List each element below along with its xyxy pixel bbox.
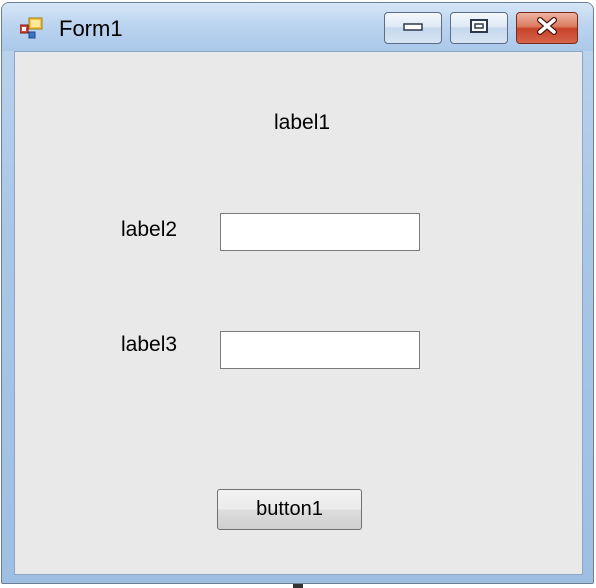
app-icon[interactable] — [19, 16, 44, 40]
textbox2[interactable] — [220, 331, 420, 369]
form1-window: Form1 label1 label2 label3 button1 — [1, 2, 594, 584]
window-title: Form1 — [59, 16, 123, 41]
maximize-button[interactable] — [450, 12, 508, 44]
textbox1[interactable] — [220, 213, 420, 251]
title-bar[interactable]: Form1 — [2, 3, 593, 51]
close-icon — [534, 16, 560, 40]
label2: label2 — [121, 218, 178, 241]
restore-icon — [469, 18, 489, 39]
button1[interactable]: button1 — [217, 489, 362, 530]
resize-grip[interactable] — [293, 584, 303, 588]
minimize-button[interactable] — [384, 12, 442, 44]
label1: label1 — [274, 111, 331, 134]
minimize-icon — [402, 19, 424, 37]
label3: label3 — [121, 333, 178, 356]
close-button[interactable] — [516, 12, 578, 44]
form-client-area: label1 label2 label3 button1 — [14, 51, 583, 575]
